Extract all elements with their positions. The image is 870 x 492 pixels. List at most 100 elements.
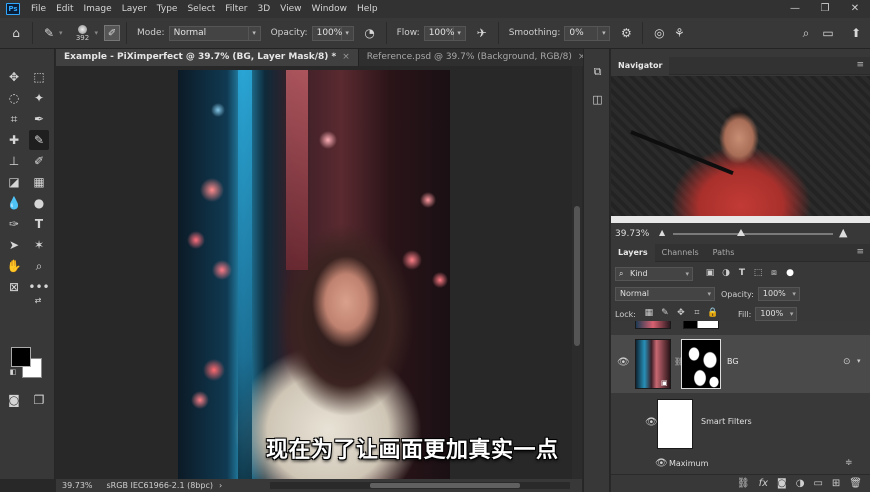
adjustment-icon[interactable]: ◑ [796,478,805,489]
chevron-down-icon[interactable]: ▾ [598,25,611,41]
lock-transparency-icon[interactable]: ▦ [642,308,656,320]
panel-menu-icon[interactable]: ≡ [856,247,864,257]
smart-filters-toggle-icon[interactable]: ⊙ [843,357,851,367]
menu-type[interactable]: Type [152,4,183,14]
chevron-down-icon[interactable]: ▾ [453,25,466,41]
blur-tool-icon[interactable]: 💧 [4,193,24,213]
eye-icon[interactable]: 👁 [645,417,658,428]
filter-options-icon[interactable]: ≑ [845,458,853,468]
pixel-filter-icon[interactable]: ▣ [703,268,717,280]
lock-position-icon[interactable]: ✥ [674,308,688,320]
mask-icon[interactable]: ◙ [777,478,787,489]
close-button[interactable]: ✕ [840,0,870,18]
vertical-scrollbar[interactable] [572,66,582,479]
status-menu-icon[interactable]: › [219,481,222,490]
menu-view[interactable]: View [275,4,306,14]
eraser-tool-icon[interactable]: ◪ [4,172,24,192]
gradient-tool-icon[interactable]: ▦ [29,172,49,192]
pen-tool-icon[interactable]: ✑ [4,214,24,234]
frame-tool-icon[interactable]: ⊠ [4,277,24,297]
symmetry-icon[interactable]: ⚘ [669,23,689,43]
airbrush-icon[interactable]: ✈ [472,23,492,43]
brush-tool-icon[interactable]: ✎ [39,23,59,43]
path-select-tool-icon[interactable]: ➤ [4,235,24,255]
lock-artboard-icon[interactable]: ⌗ [690,308,704,320]
zoom-readout[interactable]: 39.73% [62,481,93,490]
eye-icon[interactable]: 👁 [617,357,630,368]
canvas-area[interactable] [56,66,572,479]
marquee-tool-icon[interactable]: ⬚ [29,67,49,87]
hand-tool-icon[interactable]: ✋ [4,256,24,276]
crop-tool-icon[interactable]: ⌗ [4,109,24,129]
zoom-slider-knob[interactable] [737,229,745,236]
layer-row-maximum[interactable]: 👁 Maximum ≑ [611,455,870,473]
layer-row-partial[interactable] [611,321,870,333]
properties-panel-icon[interactable]: ◫ [589,91,606,108]
smoothing-field[interactable]: 0% [564,25,599,41]
menu-file[interactable]: File [26,4,51,14]
layer-filter-kind[interactable]: ⌕ Kind ▾ [615,267,693,281]
navigator-preview[interactable] [611,76,870,223]
menu-filter[interactable]: Filter [220,4,252,14]
home-icon[interactable]: ⌂ [6,23,26,43]
chevron-down-icon[interactable]: ▾ [341,25,354,41]
lock-pixels-icon[interactable]: ✎ [658,308,672,320]
opacity-field[interactable]: 100% [311,25,342,41]
horizontal-scrollbar[interactable] [270,482,570,489]
zoom-in-icon[interactable]: ▲ [839,226,847,239]
type-tool-icon[interactable]: T [29,214,49,234]
zoom-tool-icon[interactable]: ⌕ [29,256,49,276]
shape-filter-icon[interactable]: ⬚ [751,268,765,280]
eyedropper-tool-icon[interactable]: ✒ [29,109,49,129]
panel-menu-icon[interactable]: ≡ [856,60,864,70]
dodge-tool-icon[interactable]: ● [29,193,49,213]
menu-edit[interactable]: Edit [51,4,78,14]
menu-image[interactable]: Image [79,4,117,14]
eye-icon[interactable]: 👁 [655,458,668,469]
layer-mask-thumbnail[interactable] [681,339,721,389]
custom-shape-tool-icon[interactable]: ✶ [29,235,49,255]
smart-object-filter-icon[interactable]: ⧈ [767,268,781,280]
magic-wand-tool-icon[interactable]: ✦ [29,88,49,108]
navigator-zoom-value[interactable]: 39.73% [615,229,655,239]
fx-icon[interactable]: fx [759,478,768,489]
scrollbar-thumb[interactable] [370,483,520,488]
gear-icon[interactable]: ⚙ [616,23,636,43]
tab-channels[interactable]: Channels [655,244,706,262]
link-icon[interactable]: ⛓ [737,478,750,489]
stamp-tool-icon[interactable]: ⊥ [4,151,24,171]
scrollbar-thumb[interactable] [574,206,580,346]
layer-list[interactable]: 👁 ▣ ⛓ BG ⊙ ▾ 👁 Smart Filters 👁 Maximum ≑ [611,321,870,474]
filter-name[interactable]: Maximum [669,459,708,468]
trash-icon[interactable]: 🗑 [849,478,862,489]
tab-reference[interactable]: Reference.psd @ 39.7% (Background, RGB/8… [358,49,595,66]
smart-filters-label[interactable]: Smart Filters [701,417,752,426]
default-colors-icon[interactable]: ◧ [8,367,18,377]
zoom-slider[interactable] [673,233,833,235]
layer-opacity-field[interactable]: 100% ▾ [757,287,800,301]
tab-example[interactable]: Example - PiXimperfect @ 39.7% (BG, Laye… [56,49,359,66]
chevron-down-icon[interactable]: ▾ [248,25,261,41]
new-layer-icon[interactable]: ⊞ [832,478,840,489]
menu-3d[interactable]: 3D [253,4,276,14]
tab-layers[interactable]: Layers [611,243,655,262]
mode-select[interactable]: Normal [168,25,249,41]
more-tools-icon[interactable]: ••• [28,277,49,297]
menu-select[interactable]: Select [182,4,220,14]
flow-field[interactable]: 100% [423,25,454,41]
swap-colors-icon[interactable]: ⇄ [32,295,44,305]
move-tool-icon[interactable]: ✥ [4,67,24,87]
smart-filter-mask-thumbnail[interactable] [657,399,693,449]
history-brush-icon[interactable]: ✐ [29,151,49,171]
layer-row-smart-filters[interactable]: 👁 Smart Filters [611,395,870,453]
quick-mask-icon[interactable]: ◙ [4,390,24,410]
menu-help[interactable]: Help [352,4,383,14]
blend-mode-select[interactable]: Normal ▾ [615,287,715,301]
lasso-tool-icon[interactable]: ◌ [4,88,24,108]
pressure-size-icon[interactable]: ◎ [649,23,669,43]
layer-row-bg[interactable]: 👁 ▣ ⛓ BG ⊙ ▾ [611,335,870,393]
filter-toggle-icon[interactable]: ● [783,268,797,280]
fill-field[interactable]: 100% ▾ [755,307,798,321]
close-icon[interactable]: × [342,49,350,66]
chevron-down-icon[interactable]: ▾ [857,357,861,365]
